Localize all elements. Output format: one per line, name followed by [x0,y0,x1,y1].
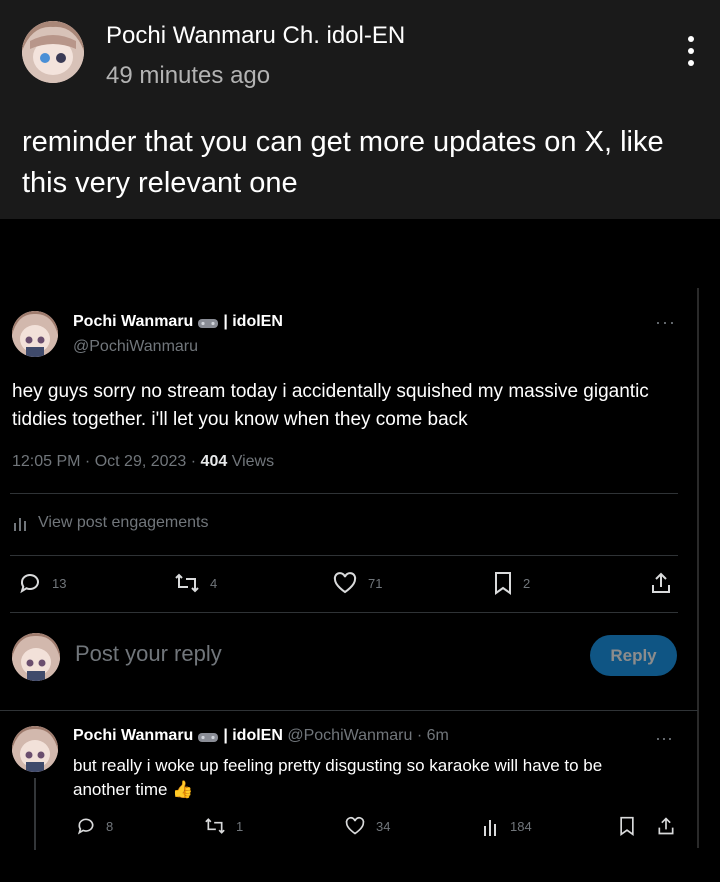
repost-icon [205,818,225,834]
more-options-icon[interactable] [680,36,702,72]
channel-avatar[interactable] [22,21,84,83]
reply-more-icon[interactable]: ··· [655,728,673,749]
share-action[interactable] [650,571,672,595]
analytics-icon [14,518,26,531]
reply-header: Pochi Wanmaru | idolEN @PochiWanmaru · 6m [73,727,449,745]
reply-icon [77,818,94,835]
reply-input[interactable]: Post your reply [75,641,222,667]
my-avatar[interactable] [12,633,60,681]
screenshot-edge [697,288,699,848]
like-action[interactable]: 71 [332,571,382,595]
thumbs-up-emoji: 👍 [172,780,194,799]
post-body: reminder that you can get more updates o… [22,126,664,199]
post-timestamp: 49 minutes ago [106,62,271,89]
reply-like-count: 34 [376,818,391,834]
bookmark-icon [620,816,634,836]
bookmark-icon [495,572,511,595]
tweet-author-name[interactable]: Pochi Wanmaru | idolEN [73,313,283,331]
reply-age: · 6m [412,727,449,744]
tweet-avatar[interactable] [12,311,58,357]
reply-body: but really i woke up feeling pretty disg… [73,754,663,802]
reply-text: but really i woke up feeling pretty disg… [73,756,603,799]
tweet-more-icon[interactable]: ··· [655,312,676,333]
reply-action[interactable]: 13 [18,571,66,595]
post-author[interactable]: Pochi Wanmaru Ch. idol-EN [106,22,405,50]
reply-bookmark-action[interactable] [618,816,636,836]
reply-icon [20,574,39,594]
gamepad-emoji-icon [197,316,219,328]
divider [10,493,678,494]
divider [10,612,678,613]
analytics-icon [484,820,496,836]
reply-like-action[interactable]: 34 [344,816,390,836]
reply-button[interactable]: Reply [590,635,677,676]
bookmark-count: 2 [523,575,531,591]
gamepad-emoji-icon [197,730,219,742]
divider [0,710,698,711]
reply-author-name[interactable]: Pochi Wanmaru [73,727,193,744]
tweet-handle[interactable]: @PochiWanmaru [73,338,198,356]
reply-reply-count: 8 [106,818,114,834]
reply-handle[interactable]: @PochiWanmaru [287,727,412,744]
heart-icon [345,816,365,835]
thread-line [34,778,36,850]
reply-author-suffix: | idolEN [223,727,283,744]
reply-share-action[interactable] [656,816,676,836]
reply-views-count: 184 [510,818,532,834]
reply-reply-action[interactable]: 8 [76,816,113,836]
bookmark-action[interactable]: 2 [493,571,530,595]
like-count: 71 [368,575,383,591]
tweet-views-count: 404 [200,453,228,470]
tweet-author-label: Pochi Wanmaru [73,313,194,330]
repost-count: 4 [210,575,218,591]
reply-repost-count: 1 [236,818,244,834]
tweet-views-label: Views [227,453,275,470]
divider [10,555,678,556]
repost-icon [175,573,199,593]
view-engagements-link[interactable]: View post engagements [12,514,208,532]
reply-views-action[interactable]: 184 [482,816,532,836]
share-icon [652,572,670,593]
tweet-body: hey guys sorry no stream today i acciden… [12,381,649,430]
reply-count: 13 [52,575,67,591]
tweet-author-suffix: | idolEN [223,313,283,330]
reply-repost-action[interactable]: 1 [204,816,243,836]
reply-avatar[interactable] [12,726,58,772]
view-engagements-label: View post engagements [38,514,209,531]
tweet-timestamp[interactable]: 12:05 PM · Oct 29, 2023 · [12,453,201,470]
tweet-meta: 12:05 PM · Oct 29, 2023 · 404 Views [12,453,274,471]
share-icon [658,817,674,835]
heart-icon [333,572,357,594]
repost-action[interactable]: 4 [174,571,217,595]
